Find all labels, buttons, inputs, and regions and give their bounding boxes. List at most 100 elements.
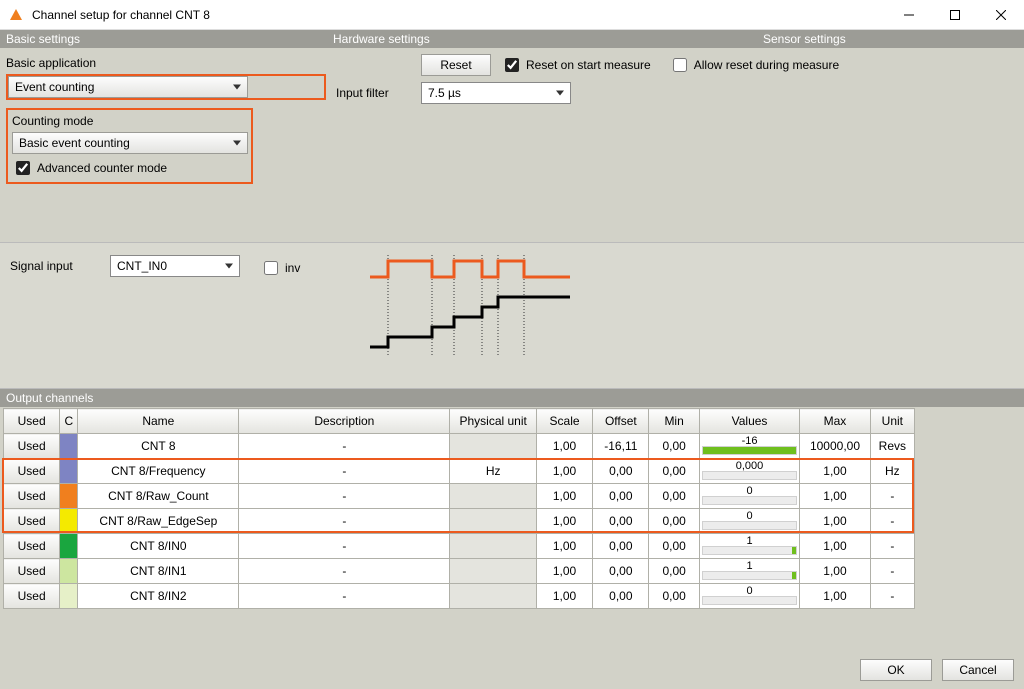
cancel-button[interactable]: Cancel xyxy=(942,659,1014,681)
titlebar: Channel setup for channel CNT 8 xyxy=(0,0,1024,30)
allow-reset-checkbox[interactable] xyxy=(673,58,687,72)
close-button[interactable] xyxy=(978,0,1024,30)
column-header[interactable]: Unit xyxy=(870,409,914,434)
value-cell: 0 xyxy=(699,484,800,509)
min-cell: 0,00 xyxy=(649,584,699,609)
used-cell[interactable]: Used xyxy=(4,484,60,509)
unit-cell: - xyxy=(870,509,914,534)
scale-cell: 1,00 xyxy=(536,584,592,609)
max-cell: 1,00 xyxy=(800,584,870,609)
column-header[interactable]: Description xyxy=(239,409,450,434)
offset-cell: 0,00 xyxy=(593,484,649,509)
physical-unit-cell xyxy=(450,484,536,509)
input-filter-value: 7.5 µs xyxy=(428,86,461,100)
column-header[interactable]: Name xyxy=(78,409,239,434)
name-cell: CNT 8/IN1 xyxy=(78,559,239,584)
column-header[interactable]: Physical unit xyxy=(450,409,536,434)
table-row[interactable]: UsedCNT 8/Raw_Count-1,000,000,0001,00- xyxy=(4,484,915,509)
column-header[interactable]: Max xyxy=(800,409,870,434)
app-icon xyxy=(8,7,24,23)
name-cell: CNT 8/Raw_EdgeSep xyxy=(78,509,239,534)
offset-cell: -16,11 xyxy=(593,434,649,459)
reset-button[interactable]: Reset xyxy=(421,54,491,76)
physical-unit-cell: Hz xyxy=(450,459,536,484)
signal-input-combo[interactable]: CNT_IN0 xyxy=(110,255,240,277)
reset-on-start-checkbox[interactable] xyxy=(505,58,519,72)
allow-reset-label: Allow reset during measure xyxy=(694,58,839,72)
name-cell: CNT 8/Frequency xyxy=(78,459,239,484)
column-header[interactable]: Min xyxy=(649,409,699,434)
counting-mode-combo[interactable]: Basic event counting xyxy=(12,132,248,154)
min-cell: 0,00 xyxy=(649,559,699,584)
value-cell: 0 xyxy=(699,509,800,534)
table-row[interactable]: UsedCNT 8/IN1-1,000,000,0011,00- xyxy=(4,559,915,584)
scale-cell: 1,00 xyxy=(536,534,592,559)
min-cell: 0,00 xyxy=(649,459,699,484)
used-cell[interactable]: Used xyxy=(4,534,60,559)
column-header[interactable]: C xyxy=(60,409,78,434)
counting-mode-value: Basic event counting xyxy=(19,136,130,150)
basic-application-label: Basic application xyxy=(6,56,326,70)
unit-cell: Revs xyxy=(870,434,914,459)
offset-cell: 0,00 xyxy=(593,459,649,484)
reset-on-start-group[interactable]: Reset on start measure xyxy=(501,55,651,75)
value-cell: 0 xyxy=(699,584,800,609)
physical-unit-cell xyxy=(450,434,536,459)
used-cell[interactable]: Used xyxy=(4,434,60,459)
used-cell[interactable]: Used xyxy=(4,584,60,609)
application-highlight: Event counting xyxy=(6,74,326,100)
color-swatch xyxy=(60,484,78,509)
minimize-button[interactable] xyxy=(886,0,932,30)
min-cell: 0,00 xyxy=(649,534,699,559)
color-swatch xyxy=(60,559,78,584)
used-cell[interactable]: Used xyxy=(4,459,60,484)
column-header[interactable]: Offset xyxy=(593,409,649,434)
input-filter-label: Input filter xyxy=(336,86,411,100)
signal-panel: Signal input CNT_IN0 inv xyxy=(0,242,1024,389)
table-row[interactable]: UsedCNT 8/IN0-1,000,000,0011,00- xyxy=(4,534,915,559)
advanced-mode-checkbox[interactable] xyxy=(16,161,30,175)
reset-on-start-label: Reset on start measure xyxy=(526,58,651,72)
description-cell: - xyxy=(239,459,450,484)
name-cell: CNT 8/IN0 xyxy=(78,534,239,559)
table-row[interactable]: UsedCNT 8/IN2-1,000,000,0001,00- xyxy=(4,584,915,609)
value-cell: 0,000 xyxy=(699,459,800,484)
section-header-top: Basic settings Hardware settings Sensor … xyxy=(0,30,1024,48)
signal-diagram xyxy=(370,255,580,358)
unit-cell: - xyxy=(870,559,914,584)
hardware-settings-header: Hardware settings xyxy=(333,32,763,46)
scale-cell: 1,00 xyxy=(536,509,592,534)
column-header[interactable]: Used xyxy=(4,409,60,434)
max-cell: 1,00 xyxy=(800,534,870,559)
used-cell[interactable]: Used xyxy=(4,559,60,584)
counting-mode-label: Counting mode xyxy=(12,114,247,128)
description-cell: - xyxy=(239,534,450,559)
physical-unit-cell xyxy=(450,509,536,534)
output-channels-header: Output channels xyxy=(0,389,1024,407)
physical-unit-cell xyxy=(450,559,536,584)
maximize-button[interactable] xyxy=(932,0,978,30)
basic-application-combo[interactable]: Event counting xyxy=(8,76,248,98)
table-row[interactable]: UsedCNT 8/Frequency-Hz1,000,000,000,0001… xyxy=(4,459,915,484)
physical-unit-cell xyxy=(450,534,536,559)
min-cell: 0,00 xyxy=(649,484,699,509)
max-cell: 1,00 xyxy=(800,459,870,484)
signal-input-label: Signal input xyxy=(10,259,90,273)
color-swatch xyxy=(60,434,78,459)
allow-reset-group[interactable]: Allow reset during measure xyxy=(669,55,839,75)
column-header[interactable]: Values xyxy=(699,409,800,434)
basic-application-value: Event counting xyxy=(15,80,94,94)
unit-cell: - xyxy=(870,584,914,609)
column-header[interactable]: Scale xyxy=(536,409,592,434)
description-cell: - xyxy=(239,559,450,584)
used-cell[interactable]: Used xyxy=(4,509,60,534)
inv-group[interactable]: inv xyxy=(260,258,300,278)
max-cell: 1,00 xyxy=(800,559,870,584)
table-row[interactable]: UsedCNT 8-1,00-16,110,00-1610000,00Revs xyxy=(4,434,915,459)
table-row[interactable]: UsedCNT 8/Raw_EdgeSep-1,000,000,0001,00- xyxy=(4,509,915,534)
input-filter-combo[interactable]: 7.5 µs xyxy=(421,82,571,104)
max-cell: 1,00 xyxy=(800,484,870,509)
scale-cell: 1,00 xyxy=(536,434,592,459)
ok-button[interactable]: OK xyxy=(860,659,932,681)
inv-checkbox[interactable] xyxy=(264,261,278,275)
